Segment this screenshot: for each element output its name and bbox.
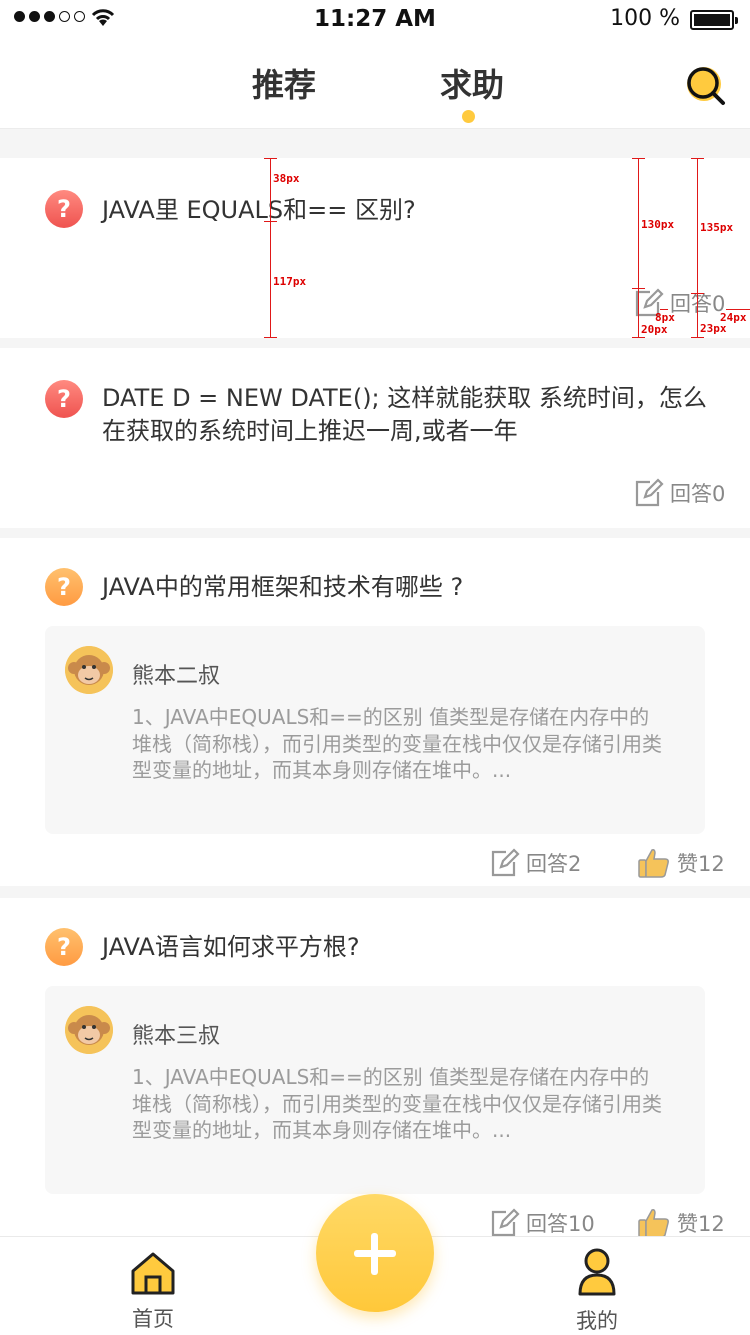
answer-excerpt: 1、JAVA中EQUALS和==的区别 值类型是存储在内存中的堆栈（简称栈），而… [132, 1065, 662, 1142]
home-icon [131, 1252, 175, 1295]
status-bar: 11:27 AM 100 % [0, 0, 750, 40]
answer-count[interactable]: 回答2 [490, 848, 581, 878]
answer-count-label: 回答0 [670, 482, 726, 506]
top-nav: 推荐 求助 [0, 40, 750, 129]
question-icon: ? [45, 190, 83, 228]
edit-icon [491, 848, 520, 877]
person-icon [578, 1248, 616, 1296]
question-title[interactable]: JAVA中的常用框架和技术有哪些 ? [102, 571, 722, 604]
measure-label: 130px [641, 218, 675, 231]
battery-percent: 100 % [610, 6, 680, 31]
answer-count[interactable]: 回答10 [490, 1208, 595, 1238]
measure-line [632, 158, 645, 159]
like-count-label: 赞12 [677, 1212, 725, 1236]
battery-icon [690, 10, 738, 30]
measure-label: 135px [700, 221, 734, 234]
measure-label: 38px [273, 172, 300, 185]
measure-line [691, 158, 704, 159]
thumbs-up-icon [638, 1209, 669, 1238]
measure-label: 24px [720, 311, 747, 324]
search-icon[interactable] [684, 64, 728, 108]
question-title[interactable]: JAVA语言如何求平方根? [102, 931, 722, 964]
measure-label: 117px [273, 275, 307, 288]
edit-icon [635, 478, 664, 507]
nav-me[interactable]: 我的 [564, 1247, 630, 1335]
tab-recommend[interactable]: 推荐 [252, 60, 316, 106]
like-count[interactable]: 赞12 [637, 846, 725, 880]
answer-excerpt: 1、JAVA中EQUALS和==的区别 值类型是存储在内存中的堆栈（简称栈），而… [132, 705, 662, 782]
answer-count[interactable]: 回答0 [634, 288, 725, 318]
question-card[interactable]: ? JAVA语言如何求平方根? 熊本三叔 1、JAVA中EQUALS和==的区别… [0, 898, 750, 1238]
tab-help[interactable]: 求助 [440, 60, 504, 106]
measure-line [660, 309, 668, 310]
answer-count-label: 回答2 [526, 852, 582, 876]
nav-me-label: 我的 [576, 1309, 618, 1333]
measure-line [264, 158, 277, 159]
edit-icon [491, 1208, 520, 1237]
measure-line [264, 337, 277, 338]
like-count-label: 赞12 [677, 852, 725, 876]
thumbs-up-icon [638, 849, 669, 878]
question-title[interactable]: JAVA里 EQUALS和== 区别? [102, 194, 722, 227]
measure-label: 20px [641, 323, 668, 336]
nav-home-label: 首页 [132, 1307, 174, 1331]
answer-preview[interactable]: 熊本三叔 1、JAVA中EQUALS和==的区别 值类型是存储在内存中的堆栈（简… [45, 986, 705, 1194]
answer-count-label: 回答10 [526, 1212, 595, 1236]
question-title[interactable]: DATE D = NEW DATE(); 这样就能获取 系统时间，怎么在获取的系… [102, 382, 722, 448]
like-count[interactable]: 赞12 [637, 1206, 725, 1240]
answer-preview[interactable]: 熊本二叔 1、JAVA中EQUALS和==的区别 值类型是存储在内存中的堆栈（简… [45, 626, 705, 834]
measure-line [691, 293, 704, 294]
active-tab-indicator [462, 110, 475, 123]
answer-author: 熊本三叔 [132, 1024, 221, 1049]
measure-line [264, 221, 277, 222]
answer-author: 熊本二叔 [132, 664, 221, 689]
measure-line [270, 158, 271, 338]
measure-line [697, 158, 698, 338]
question-icon: ? [45, 928, 83, 966]
monkey-avatar-icon [65, 646, 113, 694]
question-card[interactable]: ? DATE D = NEW DATE(); 这样就能获取 系统时间，怎么在获取… [0, 348, 750, 528]
measure-line [632, 337, 645, 338]
question-icon: ? [45, 568, 83, 606]
answer-count[interactable]: 回答0 [634, 478, 725, 508]
measure-line [691, 337, 704, 338]
question-icon: ? [45, 380, 83, 418]
monkey-avatar-icon [65, 1006, 113, 1054]
measure-label: 8px [655, 311, 675, 324]
add-question-button[interactable] [316, 1194, 434, 1312]
measure-line [638, 158, 639, 338]
measure-line [726, 309, 750, 310]
measure-line [632, 288, 645, 289]
question-card[interactable]: ? JAVA中的常用框架和技术有哪些 ? 熊本二叔 1、JAVA中EQUALS和… [0, 538, 750, 886]
nav-home[interactable]: 首页 [120, 1251, 186, 1333]
